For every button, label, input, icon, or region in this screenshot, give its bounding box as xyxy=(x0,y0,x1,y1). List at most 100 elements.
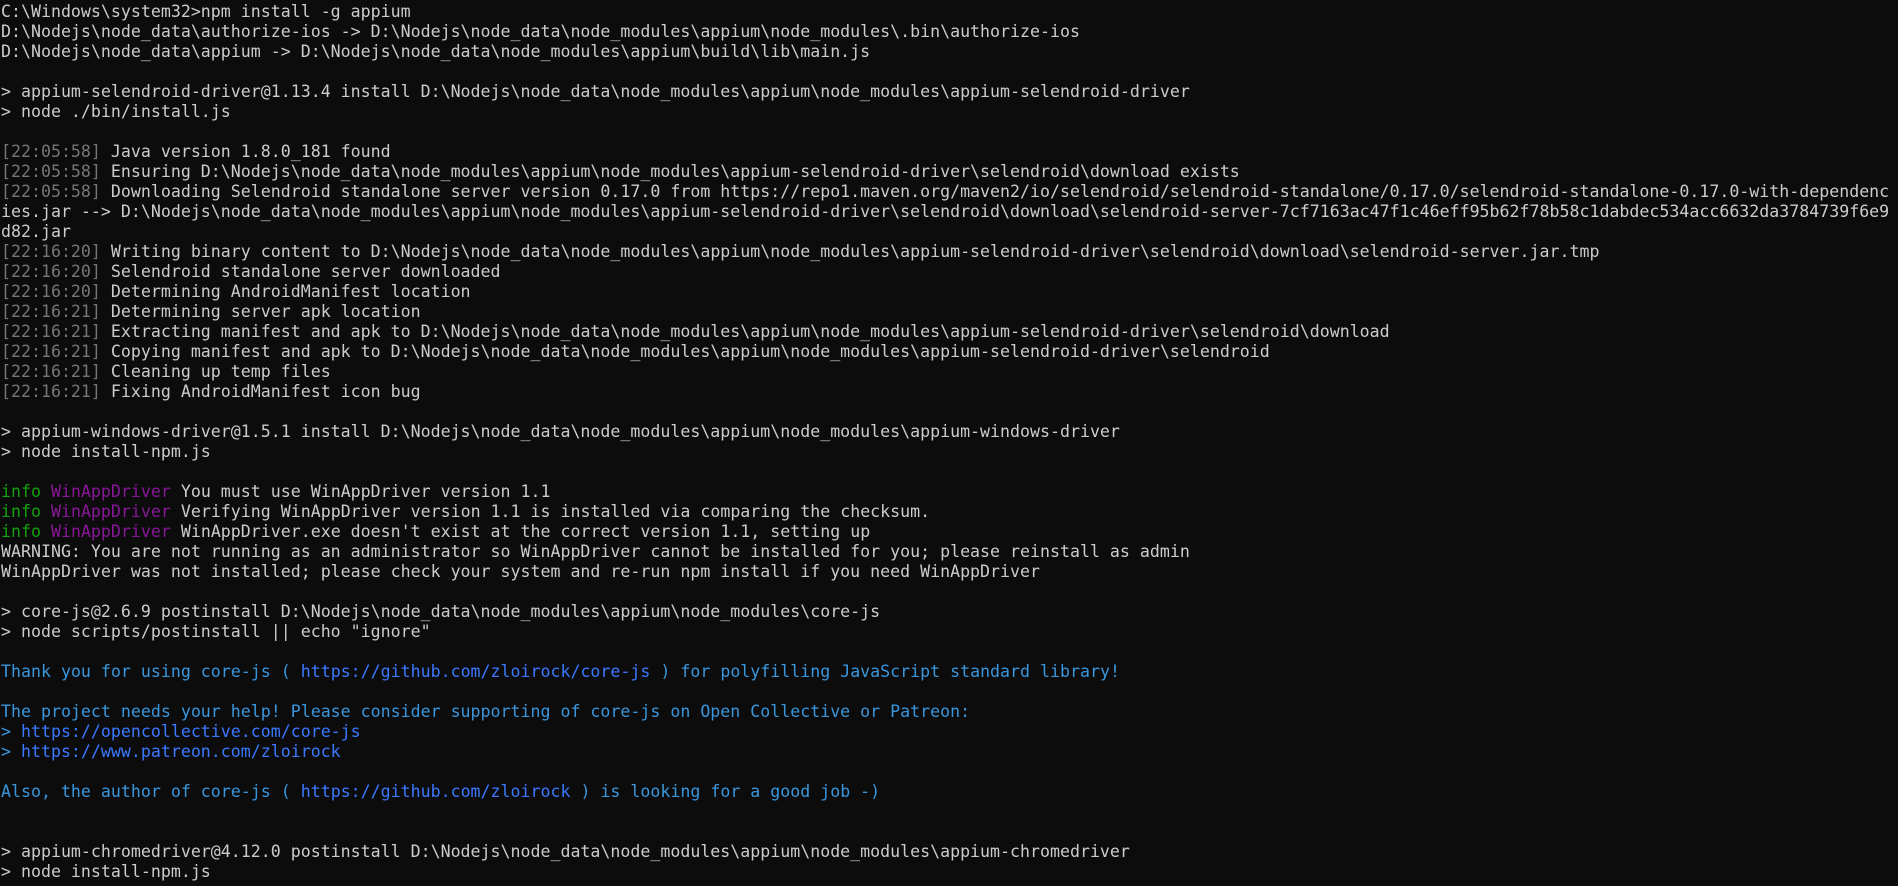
console-line: D:\Nodejs\node_data\authorize-ios -> D:\… xyxy=(1,22,1898,42)
console-line: Thank you for using core-js ( https://gi… xyxy=(1,662,1898,682)
timestamp: [22:16:21] xyxy=(1,382,101,401)
log-source-tag: WinAppDriver xyxy=(50,482,171,501)
timestamp: [22:16:21] xyxy=(1,362,101,381)
timestamp: [22:16:21] xyxy=(1,342,101,361)
console-line: info WinAppDriver Verifying WinAppDriver… xyxy=(1,502,1898,522)
console-line: > core-js@2.6.9 postinstall D:\Nodejs\no… xyxy=(1,602,1898,622)
console-line: > node install-npm.js xyxy=(1,442,1898,462)
console-line: > node install-npm.js xyxy=(1,862,1898,882)
log-level-info: info xyxy=(1,522,41,541)
console-text: Writing binary content to D:\Nodejs\node… xyxy=(100,242,1600,261)
console-line: > https://www.patreon.com/zloirock xyxy=(1,742,1898,762)
console-line: > https://opencollective.com/core-js xyxy=(1,722,1898,742)
console-text: > node install-npm.js xyxy=(1,862,211,881)
console-text: Fixing AndroidManifest icon bug xyxy=(100,382,421,401)
console-line: [22:16:21] Cleaning up temp files xyxy=(1,362,1898,382)
console-text: ies.jar --> D:\Nodejs\node_data\node_mod… xyxy=(1,202,1890,221)
console-text: C:\Windows\system32>npm install -g appiu… xyxy=(1,2,411,21)
timestamp: [22:05:58] xyxy=(1,162,101,181)
console-text: WinAppDriver was not installed; please c… xyxy=(1,562,1040,581)
console-text: Downloading Selendroid standalone server… xyxy=(100,182,1890,201)
console-text: Verifying WinAppDriver version 1.1 is in… xyxy=(170,502,931,521)
console-text: Cleaning up temp files xyxy=(100,362,331,381)
console-text: Determining AndroidManifest location xyxy=(100,282,471,301)
console-line: > appium-windows-driver@1.5.1 install D:… xyxy=(1,422,1898,442)
console-line: The project needs your help! Please cons… xyxy=(1,702,1898,722)
console-text: > core-js@2.6.9 postinstall D:\Nodejs\no… xyxy=(1,602,881,621)
console-text: Thank you for using core-js ( xyxy=(1,662,301,681)
console-text: ) is looking for a good job -) xyxy=(570,782,881,801)
console-text: > xyxy=(1,742,21,761)
console-line: > appium-chromedriver@4.12.0 postinstall… xyxy=(1,842,1898,862)
console-line: [22:16:20] Determining AndroidManifest l… xyxy=(1,282,1898,302)
console-text: D:\Nodejs\node_data\appium -> D:\Nodejs\… xyxy=(1,42,871,61)
console-line: WinAppDriver was not installed; please c… xyxy=(1,562,1898,582)
url-link[interactable]: https://github.com/zloirock/core-js xyxy=(301,662,651,681)
url-link[interactable]: https://www.patreon.com/zloirock xyxy=(21,742,341,761)
log-source-tag: WinAppDriver xyxy=(50,502,171,521)
console-text: You must use WinAppDriver version 1.1 xyxy=(170,482,551,501)
timestamp: [22:16:20] xyxy=(1,282,101,301)
console-line: d82.jar xyxy=(1,222,1898,242)
console-text: The project needs your help! Please cons… xyxy=(1,702,971,721)
console-line: ies.jar --> D:\Nodejs\node_data\node_mod… xyxy=(1,202,1898,222)
console-text: Java version 1.8.0_181 found xyxy=(100,142,391,161)
console-line: > node scripts/postinstall || echo "igno… xyxy=(1,622,1898,642)
console-line: [22:05:58] Java version 1.8.0_181 found xyxy=(1,142,1898,162)
console-text: Extracting manifest and apk to D:\Nodejs… xyxy=(100,322,1390,341)
console-text: d82.jar xyxy=(1,222,71,241)
timestamp: [22:16:20] xyxy=(1,242,101,261)
console-line: [22:05:58] Downloading Selendroid standa… xyxy=(1,182,1898,202)
console-line: [22:16:21] Extracting manifest and apk t… xyxy=(1,322,1898,342)
console-text: > appium-selendroid-driver@1.13.4 instal… xyxy=(1,82,1190,101)
console-line: [22:16:20] Writing binary content to D:\… xyxy=(1,242,1898,262)
console-text: Also, the author of core-js ( xyxy=(1,782,301,801)
log-level-info: info xyxy=(1,502,41,521)
console-line: info WinAppDriver You must use WinAppDri… xyxy=(1,482,1898,502)
console-text: ) for polyfilling JavaScript standard li… xyxy=(650,662,1120,681)
console-line: [22:16:21] Fixing AndroidManifest icon b… xyxy=(1,382,1898,402)
console-line: [22:16:21] Copying manifest and apk to D… xyxy=(1,342,1898,362)
console-text: Determining server apk location xyxy=(100,302,421,321)
log-source-tag: WinAppDriver xyxy=(50,522,171,541)
console-text: Ensuring D:\Nodejs\node_data\node_module… xyxy=(100,162,1240,181)
console-text: > appium-chromedriver@4.12.0 postinstall… xyxy=(1,842,1130,861)
timestamp: [22:05:58] xyxy=(1,182,101,201)
log-level-info: info xyxy=(1,482,41,501)
console-text: > node scripts/postinstall || echo "igno… xyxy=(1,622,431,641)
console-text: > node install-npm.js xyxy=(1,442,211,461)
console-text: > appium-windows-driver@1.5.1 install D:… xyxy=(1,422,1120,441)
console-line: WARNING: You are not running as an admin… xyxy=(1,542,1898,562)
console-line: > appium-selendroid-driver@1.13.4 instal… xyxy=(1,82,1898,102)
timestamp: [22:16:20] xyxy=(1,262,101,281)
url-link[interactable]: https://opencollective.com/core-js xyxy=(21,722,361,741)
console-line: [22:05:58] Ensuring D:\Nodejs\node_data\… xyxy=(1,162,1898,182)
url-link[interactable]: https://github.com/zloirock xyxy=(301,782,571,801)
console-text: > xyxy=(1,722,21,741)
console-text: WinAppDriver.exe doesn't exist at the co… xyxy=(170,522,871,541)
console-line: info WinAppDriver WinAppDriver.exe doesn… xyxy=(1,522,1898,542)
console-output[interactable]: C:\Windows\system32>npm install -g appiu… xyxy=(0,0,1898,886)
console-line: Also, the author of core-js ( https://gi… xyxy=(1,782,1898,802)
console-line: [22:16:20] Selendroid standalone server … xyxy=(1,262,1898,282)
console-text: > node ./bin/install.js xyxy=(1,102,231,121)
console-line: C:\Windows\system32>npm install -g appiu… xyxy=(1,2,1898,22)
console-text: WARNING: You are not running as an admin… xyxy=(1,542,1190,561)
console-text: Selendroid standalone server downloaded xyxy=(100,262,501,281)
console-line: > node ./bin/install.js xyxy=(1,102,1898,122)
timestamp: [22:16:21] xyxy=(1,322,101,341)
console-text: D:\Nodejs\node_data\authorize-ios -> D:\… xyxy=(1,22,1080,41)
console-line: [22:16:21] Determining server apk locati… xyxy=(1,302,1898,322)
